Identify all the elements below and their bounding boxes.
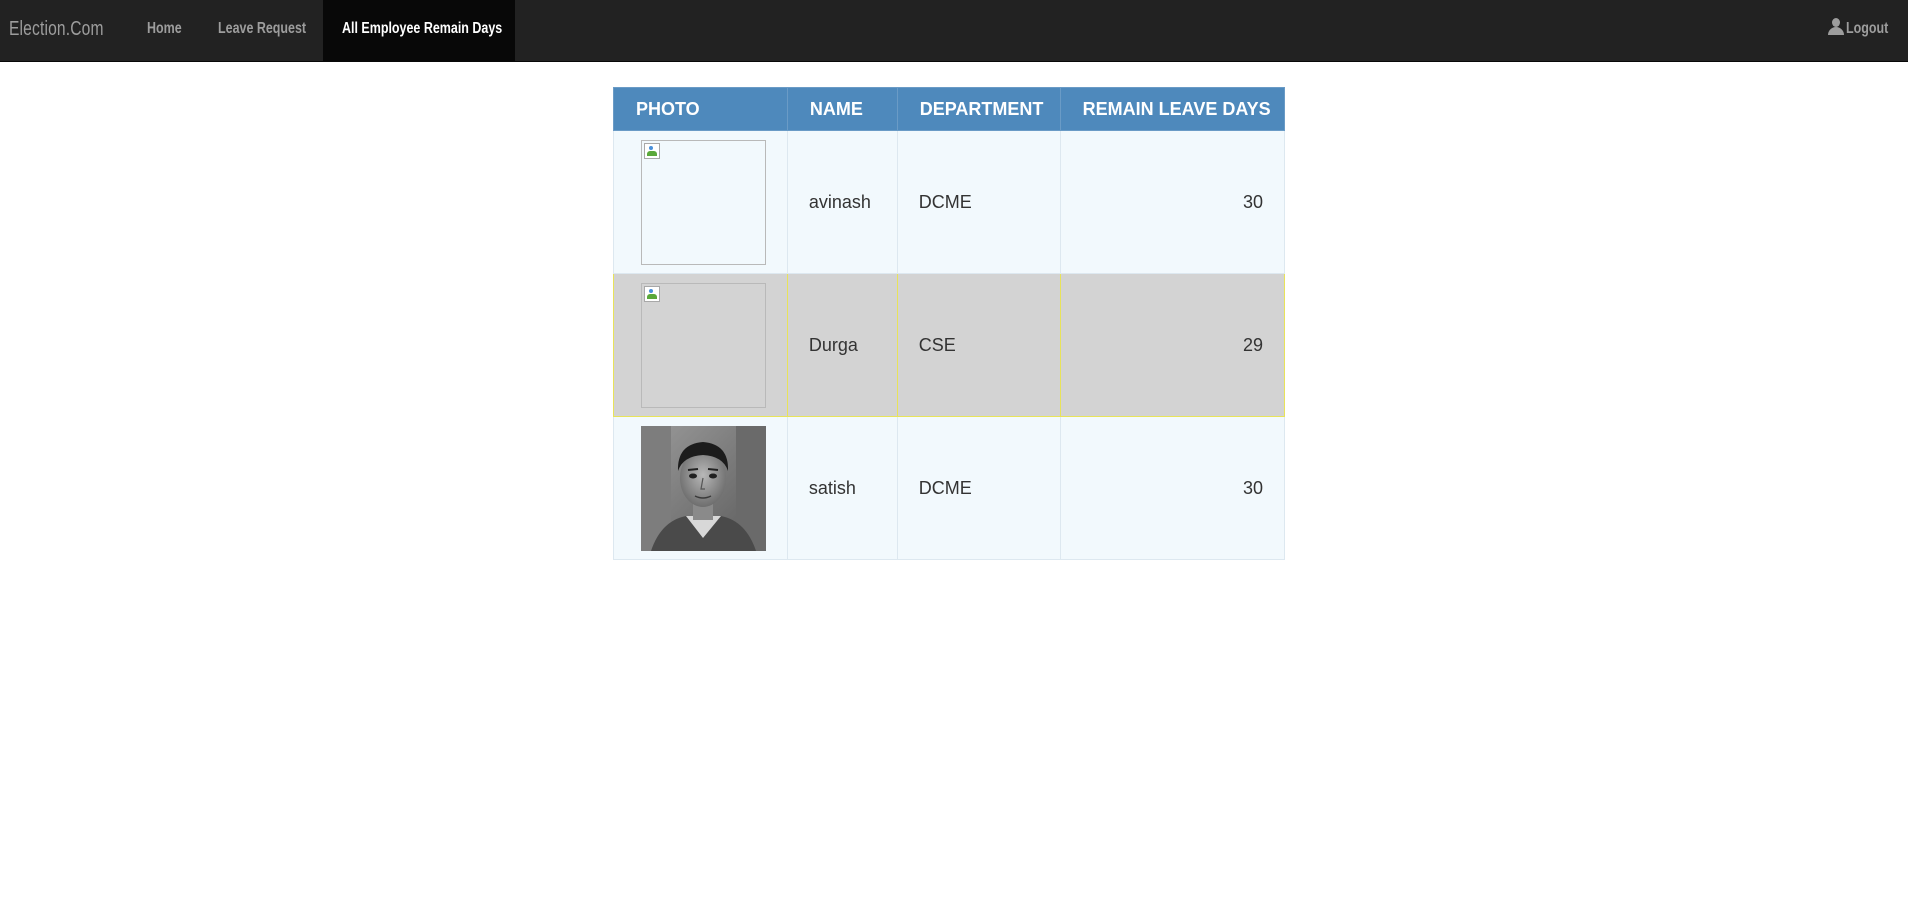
nav-home-label: Home [147,20,182,37]
nav-leave-request-label: Leave Request [218,20,307,37]
remain-days-cell: 29 [1059,273,1286,417]
table-row-highlighted: Durga CSE 29 [613,273,1286,417]
broken-image-icon [644,285,660,302]
name-cell: satish [786,416,898,560]
photo-cell [613,416,788,560]
nav-leave-request[interactable]: Leave Request [218,0,328,61]
broken-image-icon [644,142,660,159]
top-navbar: Election.Com Home Leave Request All Empl… [0,0,1908,62]
header-photo: PHOTO [613,87,788,131]
employee-photo-broken [641,282,766,408]
header-department: DEPARTMENT [896,87,1061,131]
name-cell: avinash [786,130,898,274]
nav-all-employee-remain-days[interactable]: All Employee Remain Days [323,0,515,61]
photo-cell [613,130,788,274]
employee-remain-days-table: PHOTO NAME DEPARTMENT REMAIN LEAVE DAYS … [613,87,1286,560]
remain-days-cell: 30 [1059,130,1286,274]
remain-days-cell: 30 [1059,416,1286,560]
employee-photo [641,425,766,551]
logout-link[interactable]: Logout [1828,0,1908,61]
table-row: avinash DCME 30 [613,130,1286,274]
header-name: NAME [786,87,898,131]
nav-all-employee-remain-days-label: All Employee Remain Days [342,20,503,37]
user-icon [1828,18,1844,35]
table-header-row: PHOTO NAME DEPARTMENT REMAIN LEAVE DAYS [613,87,1286,131]
department-cell: DCME [896,130,1061,274]
table-row: satish DCME 30 [613,416,1286,560]
department-cell: CSE [896,273,1061,417]
logout-label: Logout [1846,20,1889,37]
header-remain-leave-days: REMAIN LEAVE DAYS [1059,87,1286,131]
photo-cell [613,273,788,417]
employee-photo-broken [641,139,766,265]
name-cell: Durga [786,273,898,417]
department-cell: DCME [896,416,1061,560]
nav-home[interactable]: Home [147,0,207,61]
brand-logo[interactable]: Election.Com [9,0,104,58]
